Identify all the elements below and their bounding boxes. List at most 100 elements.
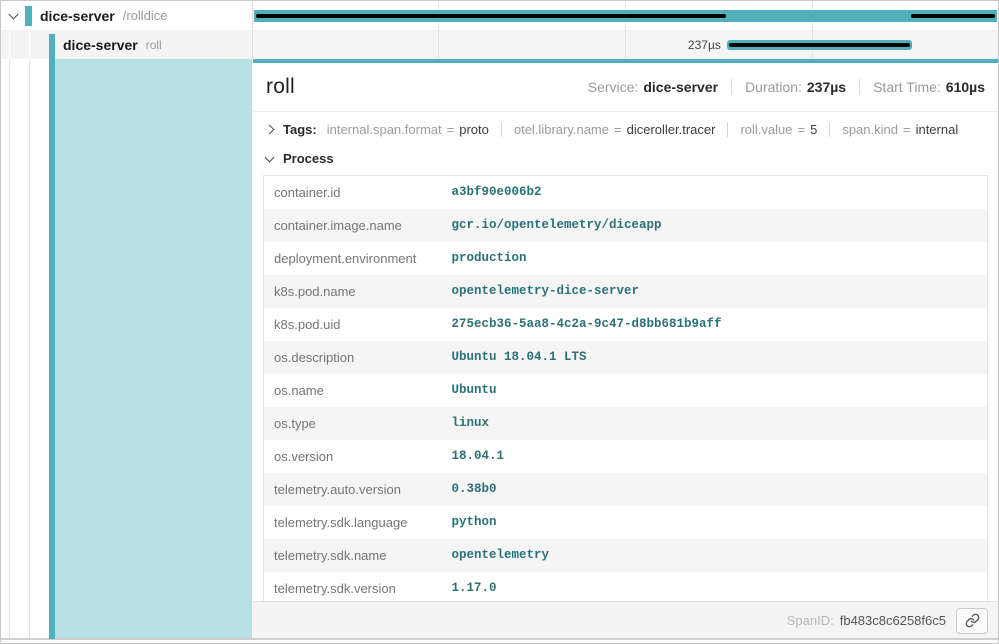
chevron-right-icon	[265, 125, 275, 135]
stat-duration: Duration: 237µs	[731, 79, 846, 95]
spanid-label: SpanID:	[787, 613, 834, 628]
chevron-down-icon	[265, 152, 275, 162]
process-section-title: Process	[283, 151, 334, 166]
table-row: os.typelinux	[264, 407, 988, 440]
span-bars-layer: 237µs	[253, 1, 998, 59]
selected-span-tint	[55, 59, 252, 639]
span-detail-stats: Service: dice-server Duration: 237µs Sta…	[588, 79, 985, 95]
service-name: dice-server	[63, 37, 138, 53]
indent-guide	[29, 31, 30, 59]
stat-value: dice-server	[643, 79, 718, 95]
operation-name: roll	[146, 38, 162, 52]
table-row: os.nameUbuntu	[264, 374, 988, 407]
span-bar-roll[interactable]	[727, 40, 912, 50]
kv-value: python	[442, 506, 988, 539]
kv-key: os.type	[264, 407, 442, 440]
stat-label: Start Time:	[873, 79, 941, 95]
selected-span-depth-bar	[49, 34, 55, 639]
tag-value: 5	[810, 122, 817, 137]
kv-key: container.image.name	[264, 209, 442, 242]
kv-key: deployment.environment	[264, 242, 442, 275]
copy-link-button[interactable]	[956, 608, 988, 634]
tags-section-title: Tags:	[283, 122, 317, 137]
tag-key: span.kind	[842, 122, 898, 137]
kv-value: Ubuntu 18.04.1 LTS	[442, 341, 988, 374]
stat-start-time: Start Time: 610µs	[859, 79, 985, 95]
equals-sign: =	[447, 122, 455, 137]
self-time-segment	[911, 14, 995, 18]
table-row: telemetry.sdk.nameopentelemetry	[264, 539, 988, 572]
tag-key: roll.value	[740, 122, 792, 137]
tag-value: proto	[459, 122, 489, 137]
kv-value: a3bf90e006b2	[442, 176, 988, 210]
span-detail-header: roll Service: dice-server Duration: 237µ…	[253, 63, 998, 112]
table-row: telemetry.sdk.languagepython	[264, 506, 988, 539]
indent-guide	[9, 59, 10, 639]
tag-value: diceroller.tracer	[627, 122, 716, 137]
table-row: os.version18.04.1	[264, 440, 988, 473]
link-icon	[965, 613, 980, 628]
indent-guide	[9, 31, 10, 59]
kv-key: telemetry.sdk.language	[264, 506, 442, 539]
kv-key: telemetry.sdk.name	[264, 539, 442, 572]
operation-name: /rolldice	[123, 8, 168, 23]
table-row: k8s.pod.uid275ecb36-5aa8-4c2a-9c47-d8bb6…	[264, 308, 988, 341]
table-row: telemetry.auto.version0.38b0	[264, 473, 988, 506]
indent-guide	[29, 59, 30, 639]
kv-value: 18.04.1	[442, 440, 988, 473]
kv-key: k8s.pod.uid	[264, 308, 442, 341]
kv-value: production	[442, 242, 988, 275]
kv-key: os.description	[264, 341, 442, 374]
tag-summary-item: otel.library.name = diceroller.tracer	[501, 122, 716, 137]
kv-value: linux	[442, 407, 988, 440]
spanid-value: fb483c8c6258f6c5	[840, 613, 946, 628]
kv-value: opentelemetry	[442, 539, 988, 572]
kv-value: opentelemetry-dice-server	[442, 275, 988, 308]
kv-key: container.id	[264, 176, 442, 210]
table-row: deployment.environmentproduction	[264, 242, 988, 275]
span-row-rolldice[interactable]: dice-server /rolldice	[1, 1, 253, 31]
kv-key: os.version	[264, 440, 442, 473]
equals-sign: =	[798, 122, 806, 137]
stat-label: Duration:	[745, 79, 802, 95]
tag-key: internal.span.format	[327, 122, 442, 137]
kv-key: os.name	[264, 374, 442, 407]
equals-sign: =	[903, 122, 911, 137]
kv-value: Ubuntu	[442, 374, 988, 407]
tag-summary-item: span.kind = internal	[829, 122, 958, 137]
equals-sign: =	[614, 122, 622, 137]
span-name-column	[1, 59, 253, 639]
duration-label: 237µs	[253, 38, 721, 52]
kv-key: telemetry.auto.version	[264, 473, 442, 506]
stat-label: Service:	[588, 79, 639, 95]
span-detail-panel: roll Service: dice-server Duration: 237µ…	[253, 59, 998, 639]
kv-value: 0.38b0	[442, 473, 988, 506]
tag-key: otel.library.name	[514, 122, 609, 137]
trace-view: dice-server /rolldice dice-server roll 2…	[0, 0, 999, 644]
tag-summary-item: internal.span.format = proto	[327, 122, 489, 137]
chevron-down-icon[interactable]	[9, 9, 19, 19]
bottom-divider	[1, 638, 998, 640]
stat-value: 610µs	[946, 79, 985, 95]
tags-section-toggle[interactable]: Tags: internal.span.format = proto otel.…	[253, 112, 998, 142]
table-row: k8s.pod.nameopentelemetry-dice-server	[264, 275, 988, 308]
span-detail-footer: SpanID: fb483c8c6258f6c5	[253, 601, 998, 639]
kv-key: k8s.pod.name	[264, 275, 442, 308]
span-detail-title: roll	[266, 75, 295, 99]
stat-value: 237µs	[807, 79, 846, 95]
service-color-bar	[25, 6, 32, 26]
table-row: container.ida3bf90e006b2	[264, 176, 988, 210]
tag-summary-item: roll.value = 5	[727, 122, 817, 137]
span-row-roll[interactable]: dice-server roll	[1, 31, 253, 59]
process-kv-table: container.ida3bf90e006b2 container.image…	[263, 175, 988, 606]
table-row: os.descriptionUbuntu 18.04.1 LTS	[264, 341, 988, 374]
service-name: dice-server	[40, 8, 115, 24]
process-section-toggle[interactable]: Process	[253, 142, 998, 172]
self-time-segment	[729, 43, 910, 47]
kv-value: 275ecb36-5aa8-4c2a-9c47-d8bb681b9aff	[442, 308, 988, 341]
kv-value: gcr.io/opentelemetry/diceapp	[442, 209, 988, 242]
tag-value: internal	[916, 122, 959, 137]
self-time-segment	[256, 14, 726, 18]
stat-service: Service: dice-server	[588, 79, 718, 95]
table-row: container.image.namegcr.io/opentelemetry…	[264, 209, 988, 242]
